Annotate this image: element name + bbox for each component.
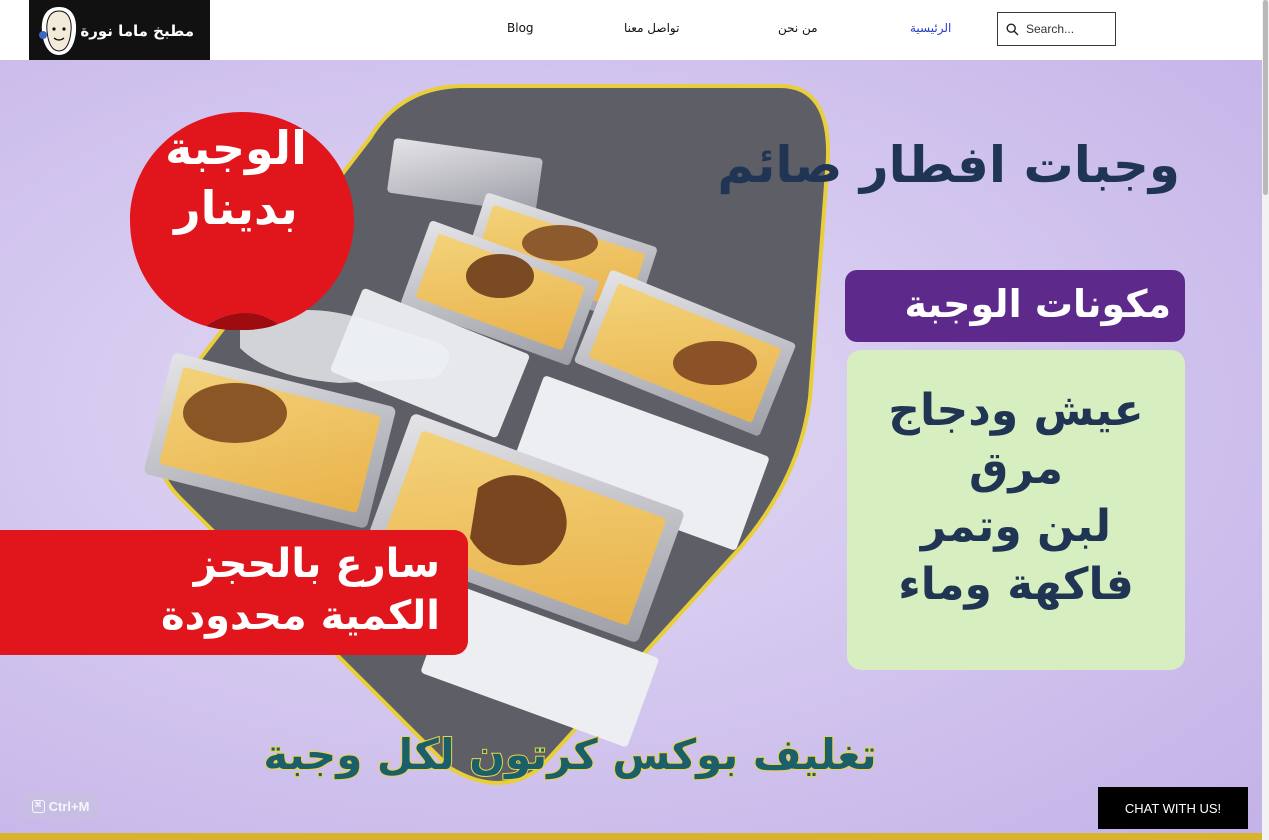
badge-line-1: الوجبة [165, 121, 307, 175]
nav-blog[interactable]: Blog [507, 21, 534, 35]
keyboard-icon: ⌘ [31, 799, 45, 813]
scrollbar-thumb[interactable] [1263, 0, 1268, 195]
nav-home[interactable]: الرئيسية [910, 21, 951, 35]
hero-bottom-border [0, 833, 1262, 840]
chef-face-icon [39, 7, 77, 55]
ingredients-list: عيش ودجاج مرق لبن وتمر فاكهة وماء [847, 382, 1185, 614]
hero-title: وجبات افطار صائم [717, 136, 1180, 194]
packaging-text: تغليف بوكس كرتون لكل وجبة [262, 729, 877, 780]
search-input[interactable] [1026, 22, 1106, 36]
search-box[interactable] [997, 12, 1116, 46]
ingredient-item: مرق [969, 443, 1063, 494]
hero-banner: الوجبة بدينار وجبات افطار صائم مكونات ال… [0, 60, 1262, 833]
shortcut-label: Ctrl+M [48, 798, 90, 814]
chat-with-us-button[interactable]: CHAT WITH US! [1098, 787, 1248, 829]
logo-text: مطبخ ماما نورة [80, 22, 194, 40]
accessibility-shortcut-hint[interactable]: ⌘ Ctrl+M [22, 793, 99, 819]
search-icon [1006, 22, 1019, 35]
urgency-text: سارع بالحجز الكمية محدودة [20, 538, 440, 642]
nav-contact[interactable]: تواصل معنا [624, 21, 679, 35]
ingredient-item: فاكهة وماء [898, 559, 1134, 610]
urgency-line-1: سارع بالحجز [193, 541, 440, 587]
ingredients-label: مكونات الوجبة [904, 282, 1171, 326]
nav-about[interactable]: من نحن [778, 21, 818, 35]
site-logo[interactable]: مطبخ ماما نورة [29, 0, 210, 62]
site-header: مطبخ ماما نورة Blog تواصل معنا من نحن ال… [0, 0, 1262, 62]
ingredient-item: عيش ودجاج [888, 385, 1144, 436]
badge-line-2: بدينار [174, 181, 298, 235]
urgency-line-2: الكمية محدودة [160, 593, 440, 639]
price-badge: الوجبة بدينار [128, 118, 344, 238]
ingredient-item: لبن وتمر [920, 501, 1112, 552]
